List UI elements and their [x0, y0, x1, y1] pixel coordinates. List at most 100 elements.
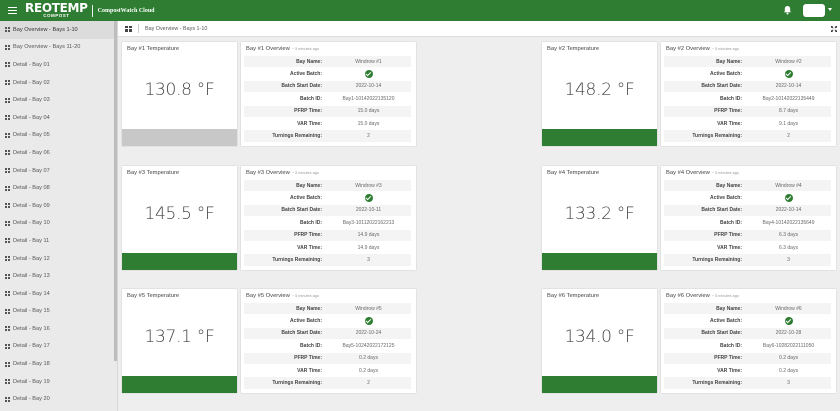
- sidebar-item[interactable]: Detail - Bay 06: [0, 144, 117, 162]
- table-row: PFRP Time: 6.3 days: [664, 229, 831, 242]
- table-row: Bay Name: Windrow #5: [244, 303, 411, 316]
- last-updated-text: ~ 5 minutes ago: [291, 294, 319, 298]
- row-value: [326, 194, 411, 203]
- overview-title-text: Bay #4 Overview: [666, 170, 710, 176]
- table-row: Batch ID: Bay4-10142022135649: [664, 217, 831, 230]
- temperature-card-title: Bay #1 Temperature: [127, 46, 180, 52]
- sidebar-item[interactable]: Detail - Bay 09: [0, 197, 117, 215]
- sidebar-item[interactable]: Detail - Bay 07: [0, 162, 117, 180]
- table-row: PFRP Time: 0.2 days: [664, 352, 831, 365]
- sidebar-item[interactable]: Detail - Bay 01: [0, 56, 117, 74]
- sidebar-item[interactable]: Detail - Bay 04: [0, 109, 117, 127]
- sidebar-item[interactable]: Detail - Bay 17: [0, 338, 117, 356]
- sidebar-item[interactable]: Detail - Bay 08: [0, 179, 117, 197]
- bell-icon[interactable]: [783, 5, 792, 15]
- breadcrumb-text[interactable]: Bay Overview - Bays 1-10: [145, 26, 207, 32]
- temperature-card[interactable]: Bay #4 Temperature 133.2 °F: [542, 166, 657, 270]
- row-label: PFRP Time:: [294, 108, 322, 115]
- overview-card: Bay #2 Overview ~ 5 minutes ago Bay Name: W…: [661, 42, 836, 146]
- row-label: Batch ID:: [720, 342, 742, 349]
- sidebar-item[interactable]: Bay Overview - Bays 11-20: [0, 39, 117, 57]
- sidebar-item-label: Detail - Bay 10: [13, 220, 50, 227]
- row-value: 6.3 days: [779, 232, 798, 239]
- table-row: Turnings Remaining: 2: [664, 130, 831, 143]
- table-row: Batch Start Date: 2022-10-28: [664, 327, 831, 341]
- row-label: Active Batch:: [290, 71, 322, 78]
- row-label: Active Batch:: [710, 195, 742, 202]
- row-value: [326, 317, 411, 326]
- sidebar-item[interactable]: Bay Overview - Bays 1-10: [0, 21, 117, 39]
- sidebar-item[interactable]: Detail - Bay 03: [0, 91, 117, 109]
- brand-logo: REOTEMP COMPOST: [25, 2, 88, 19]
- overview-card-title: Bay #1 Overview ~ 5 minutes ago: [246, 46, 319, 52]
- row-label: Bay Name:: [296, 182, 322, 189]
- row-value: 3: [367, 257, 370, 264]
- sidebar-item[interactable]: Detail - Bay 19: [0, 373, 117, 391]
- row-value: [326, 70, 411, 79]
- row-label: Batch ID:: [300, 95, 322, 102]
- brand-divider: [91, 4, 93, 17]
- overview-card-title: Bay #5 Overview ~ 5 minutes ago: [246, 293, 319, 299]
- sidebar-item[interactable]: Detail - Bay 11: [0, 232, 117, 250]
- table-row: Batch Start Date: 2022-10-14: [244, 80, 411, 94]
- fullscreen-icon[interactable]: [831, 26, 837, 32]
- temperature-card[interactable]: Bay #1 Temperature 130.8 °F: [122, 42, 237, 146]
- row-value: 2022-10-14: [775, 83, 802, 90]
- chevron-down-icon[interactable]: [828, 8, 832, 11]
- row-value: 0.2 days: [359, 367, 378, 374]
- row-value: 9.1 days: [779, 120, 798, 127]
- row-label: VAR Time:: [717, 120, 742, 127]
- temperature-card[interactable]: Bay #2 Temperature 148.2 °F: [542, 42, 657, 146]
- dashboard-grid-icon: [5, 185, 10, 191]
- temperature-status-bar: [122, 129, 237, 146]
- sidebar-item-label: Detail - Bay 02: [13, 79, 50, 86]
- sidebar-scrollbar[interactable]: [114, 21, 117, 361]
- dashboard-grid-icon[interactable]: [125, 25, 132, 32]
- sidebar-item-label: Bay Overview - Bays 1-10: [13, 26, 78, 33]
- row-value: 14.9 days: [357, 244, 380, 251]
- row-value: [746, 317, 831, 326]
- table-row: Active Batch:: [244, 315, 411, 328]
- dashboard-grid-icon: [5, 343, 10, 349]
- table-row: Batch ID: Bay1-10142022135120: [244, 93, 411, 106]
- sidebar-nav: Bay Overview - Bays 1-10 Bay Overview - B…: [0, 21, 118, 411]
- sidebar-item[interactable]: Detail - Bay 14: [0, 285, 117, 303]
- sidebar-item[interactable]: Detail - Bay 18: [0, 355, 117, 373]
- app-name: CompostWatch Cloud: [97, 7, 155, 14]
- overview-title-text: Bay #2 Overview: [666, 46, 710, 52]
- sidebar-item[interactable]: Detail - Bay 15: [0, 303, 117, 321]
- temperature-status-bar: [122, 376, 237, 393]
- dashboard-grid-icon: [5, 27, 10, 33]
- temperature-card-title: Bay #6 Temperature: [547, 293, 600, 299]
- sidebar-item[interactable]: Detail - Bay 16: [0, 320, 117, 338]
- temperature-card-title: Bay #2 Temperature: [547, 46, 600, 52]
- temperature-card[interactable]: Bay #3 Temperature 145.5 °F: [122, 166, 237, 270]
- temperature-card[interactable]: Bay #6 Temperature 134.0 °F: [542, 289, 657, 393]
- top-app-bar: REOTEMP COMPOST CompostWatch Cloud: [0, 0, 840, 21]
- row-label: Bay Name:: [716, 182, 742, 189]
- dashboard-grid-icon: [5, 396, 10, 402]
- table-row: Turnings Remaining: 3: [244, 254, 411, 267]
- temperature-card[interactable]: Bay #5 Temperature 137.1 °F: [122, 289, 237, 393]
- sidebar-item[interactable]: Detail - Bay 20: [0, 390, 117, 408]
- dashboard-grid-icon: [5, 62, 10, 68]
- row-value: Windrow #2: [775, 58, 802, 65]
- table-row: Batch ID: Bay3-10112022162213: [244, 217, 411, 230]
- sidebar-item-label: Detail - Bay 16: [13, 325, 50, 332]
- sidebar-item[interactable]: Detail - Bay 12: [0, 250, 117, 268]
- overview-table: Bay Name: Windrow #3 Active Batch: Batch St…: [244, 180, 411, 267]
- check-circle-icon: [784, 194, 793, 203]
- sidebar-item[interactable]: Detail - Bay 02: [0, 74, 117, 92]
- hamburger-menu-icon[interactable]: [8, 7, 17, 14]
- table-row: VAR Time: 9.1 days: [664, 118, 831, 131]
- sidebar-item-label: Detail - Bay 19: [13, 378, 50, 385]
- sidebar-item[interactable]: Detail - Bay 13: [0, 267, 117, 285]
- row-label: PFRP Time:: [294, 232, 322, 239]
- row-label: VAR Time:: [717, 244, 742, 251]
- dashboard-grid-icon: [5, 291, 10, 297]
- sidebar-item[interactable]: Detail - Bay 05: [0, 127, 117, 145]
- sidebar-item-label: Detail - Bay 20: [13, 396, 50, 403]
- user-account-button[interactable]: [803, 4, 825, 17]
- sidebar-item[interactable]: Detail - Bay 10: [0, 215, 117, 233]
- row-value: Bay3-10112022162213: [342, 219, 395, 226]
